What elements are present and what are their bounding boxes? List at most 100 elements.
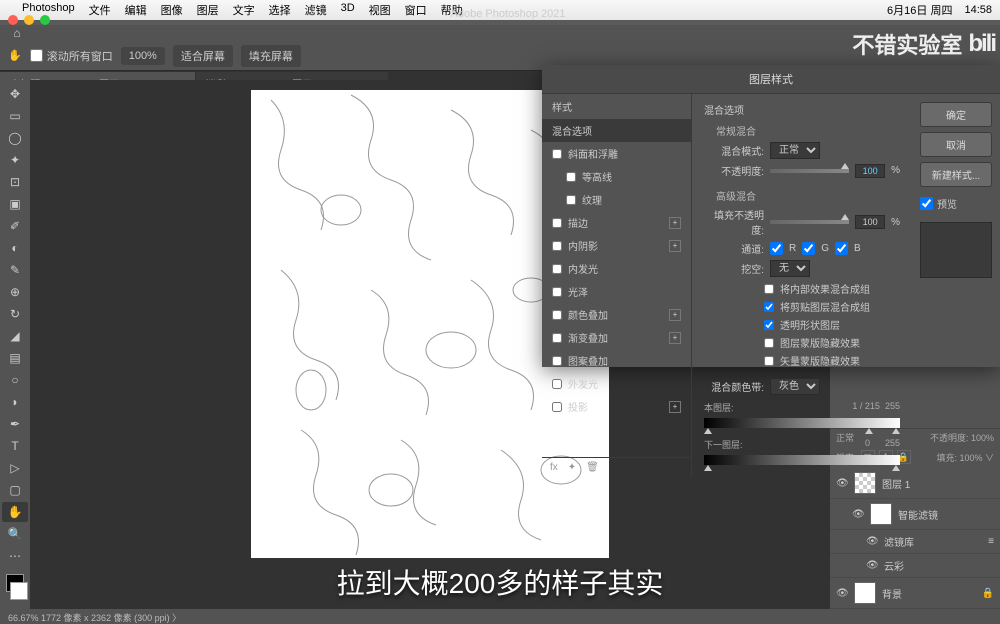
style-item[interactable]: 斜面和浮雕 [542,142,691,165]
add-effect-icon[interactable]: + [669,240,681,252]
shape-tool[interactable]: ▢ [2,480,28,500]
gradient-tool[interactable]: ▤ [2,348,28,368]
fill-opacity-value[interactable]: 100 [855,215,885,229]
visibility-icon[interactable]: 👁 [836,588,848,599]
lasso-tool[interactable]: ◯ [2,128,28,148]
blend-options-item[interactable]: 混合选项 [542,119,691,142]
style-item[interactable]: 光泽 [542,280,691,303]
add-effect-icon[interactable]: + [669,332,681,344]
visibility-icon[interactable]: 👁 [852,509,864,520]
cancel-button[interactable]: 取消 [920,132,992,157]
layer-row[interactable]: 👁 智能滤镜 [830,499,1000,530]
channel-b-checkbox[interactable] [835,242,848,255]
scroll-all-checkbox[interactable] [30,49,43,62]
style-item[interactable]: 图案叠加 [542,349,691,372]
add-effect-icon[interactable]: + [669,401,681,413]
clone-tool[interactable]: ⊕ [2,282,28,302]
adv-checkbox[interactable] [764,320,774,330]
dodge-tool[interactable]: ◗ [2,392,28,412]
preview-checkbox[interactable] [920,197,933,210]
style-item[interactable]: 描边+ [542,211,691,234]
filter-settings-icon[interactable]: ≡ [988,536,994,547]
style-item[interactable]: 内发光 [542,257,691,280]
magic-wand-tool[interactable]: ✦ [2,150,28,170]
pen-tool[interactable]: ✒ [2,414,28,434]
layer-name: 智能滤镜 [898,507,938,522]
maximize-window[interactable] [40,15,50,25]
style-checkbox[interactable] [552,379,562,389]
style-checkbox[interactable] [552,241,562,251]
eyedropper-tool[interactable]: ✐ [2,216,28,236]
history-brush-tool[interactable]: ↻ [2,304,28,324]
style-item[interactable]: 外发光 [542,372,691,395]
style-item[interactable]: 等高线 [542,165,691,188]
fill-opacity-slider[interactable] [770,216,849,228]
add-style-icon[interactable]: ✦ [568,462,576,473]
style-checkbox[interactable] [552,333,562,343]
channel-g-checkbox[interactable] [802,242,815,255]
this-layer-gradient[interactable] [704,418,900,428]
new-style-button[interactable]: 新建样式... [920,162,992,187]
blend-mode-select[interactable]: 正常 [770,142,820,159]
minimize-window[interactable] [24,15,34,25]
hand-tool[interactable]: ✋ [2,502,28,522]
eraser-tool[interactable]: ◢ [2,326,28,346]
style-checkbox[interactable] [552,310,562,320]
blend-options-panel: 混合选项 常规混合 混合模式: 正常 不透明度: 100 % 高级混合 填充不透… [692,94,912,477]
adv-checkbox[interactable] [764,356,774,366]
healing-tool[interactable]: ◐ [2,238,28,258]
style-checkbox[interactable] [552,149,562,159]
style-checkbox[interactable] [552,356,562,366]
style-checkbox[interactable] [552,264,562,274]
fill-screen-button[interactable]: 填充屏幕 [241,45,301,67]
path-tool[interactable]: ▷ [2,458,28,478]
style-checkbox[interactable] [552,218,562,228]
adv-checkbox[interactable] [764,284,774,294]
delete-style-icon[interactable]: 🗑 [586,462,599,473]
style-item[interactable]: 渐变叠加+ [542,326,691,349]
home-icon[interactable]: ⌂ [10,26,24,40]
more-tools[interactable]: ⋯ [2,546,28,566]
layer-row[interactable]: 👁 云彩 [830,554,1000,578]
ok-button[interactable]: 确定 [920,102,992,127]
zoom-tool[interactable]: 🔍 [2,524,28,544]
visibility-icon[interactable]: 👁 [866,560,878,571]
blur-tool[interactable]: ○ [2,370,28,390]
color-swatches[interactable] [2,574,28,600]
opacity-slider[interactable] [770,165,849,177]
visibility-icon[interactable]: 👁 [866,536,878,547]
type-tool[interactable]: T [2,436,28,456]
frame-tool[interactable]: ▣ [2,194,28,214]
fit-screen-button[interactable]: 适合屏幕 [173,45,233,67]
brush-tool[interactable]: ✎ [2,260,28,280]
style-checkbox[interactable] [552,287,562,297]
adv-checkbox[interactable] [764,338,774,348]
normal-blend-header: 常规混合 [704,123,900,138]
knockout-select[interactable]: 无 [770,260,810,277]
opacity-value[interactable]: 100 [855,164,885,178]
add-effect-icon[interactable]: + [669,217,681,229]
style-checkbox[interactable] [566,172,576,182]
style-checkbox[interactable] [566,195,576,205]
underlying-gradient[interactable] [704,455,900,465]
style-item[interactable]: 纹理 [542,188,691,211]
crop-tool[interactable]: ⊡ [2,172,28,192]
style-checkbox[interactable] [552,402,562,412]
blend-if-select[interactable]: 灰色 [770,378,820,395]
move-tool[interactable]: ✥ [2,84,28,104]
layer-row[interactable]: 👁 滤镜库 ≡ [830,530,1000,554]
marquee-tool[interactable]: ▭ [2,106,28,126]
layer-row[interactable]: 👁 背景 🔒 [830,578,1000,609]
close-window[interactable] [8,15,18,25]
background-color[interactable] [10,582,28,600]
zoom-100-button[interactable]: 100% [121,47,165,65]
style-item[interactable]: 内阴影+ [542,234,691,257]
tools-panel: ✥ ▭ ◯ ✦ ⊡ ▣ ✐ ◐ ✎ ⊕ ↻ ◢ ▤ ○ ◗ ✒ T ▷ ▢ ✋ … [0,80,30,609]
channel-r-checkbox[interactable] [770,242,783,255]
add-effect-icon[interactable]: + [669,309,681,321]
visibility-icon[interactable]: 👁 [836,478,848,489]
fx-icon[interactable]: fx [550,462,558,473]
adv-checkbox[interactable] [764,302,774,312]
style-item[interactable]: 颜色叠加+ [542,303,691,326]
style-item[interactable]: 投影+ [542,395,691,418]
